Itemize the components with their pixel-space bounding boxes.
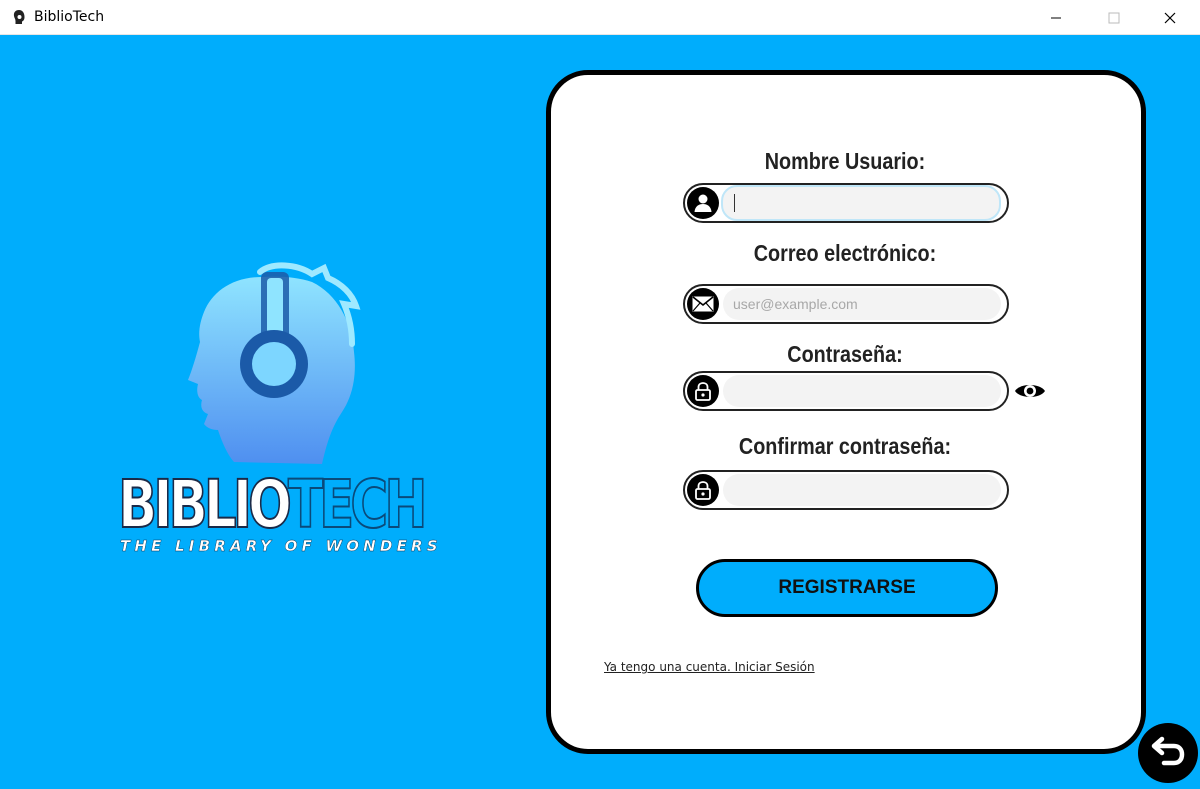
back-button[interactable] — [1138, 723, 1198, 783]
title-bar: BiblioTech — [0, 0, 1200, 35]
username-field[interactable] — [683, 183, 1009, 223]
confirm-password-label: Confirmar contraseña: — [738, 433, 952, 459]
confirm-password-field[interactable] — [683, 470, 1009, 510]
app-icon — [13, 10, 25, 24]
password-field[interactable] — [683, 371, 1009, 411]
password-input[interactable] — [723, 375, 1001, 407]
eye-icon[interactable] — [1014, 380, 1046, 402]
password-label: Contraseña: — [787, 341, 903, 367]
lock-icon — [687, 474, 719, 506]
email-field[interactable]: user@example.com — [683, 284, 1009, 324]
email-label: Correo electrónico: — [753, 240, 937, 266]
mail-icon — [687, 288, 719, 320]
window-title: BiblioTech — [34, 9, 105, 25]
close-icon — [1164, 12, 1176, 23]
confirm-password-input[interactable] — [723, 474, 1001, 506]
minimize-icon — [1051, 17, 1061, 18]
register-button[interactable]: REGISTRARSE — [696, 559, 998, 617]
close-button[interactable] — [1142, 0, 1198, 35]
username-input[interactable] — [721, 185, 1001, 221]
maximize-icon — [1108, 12, 1120, 23]
brand-tagline: THE LIBRARY OF WONDERS — [120, 537, 442, 555]
email-input[interactable]: user@example.com — [723, 288, 1001, 320]
lock-icon — [687, 375, 719, 407]
brand-name-part1: BIBLIO — [117, 466, 292, 543]
login-link[interactable]: Ya tengo una cuenta. Iniciar Sesión — [604, 660, 815, 674]
text-caret — [734, 194, 735, 212]
back-arrow-icon — [1151, 736, 1185, 766]
username-label: Nombre Usuario: — [764, 148, 926, 174]
brand-name-part2: TECH — [287, 466, 428, 543]
maximize-button[interactable] — [1086, 0, 1142, 35]
minimize-button[interactable] — [1028, 0, 1084, 35]
user-icon — [687, 187, 719, 219]
brand-name: BIBLIOTECH — [117, 469, 428, 541]
